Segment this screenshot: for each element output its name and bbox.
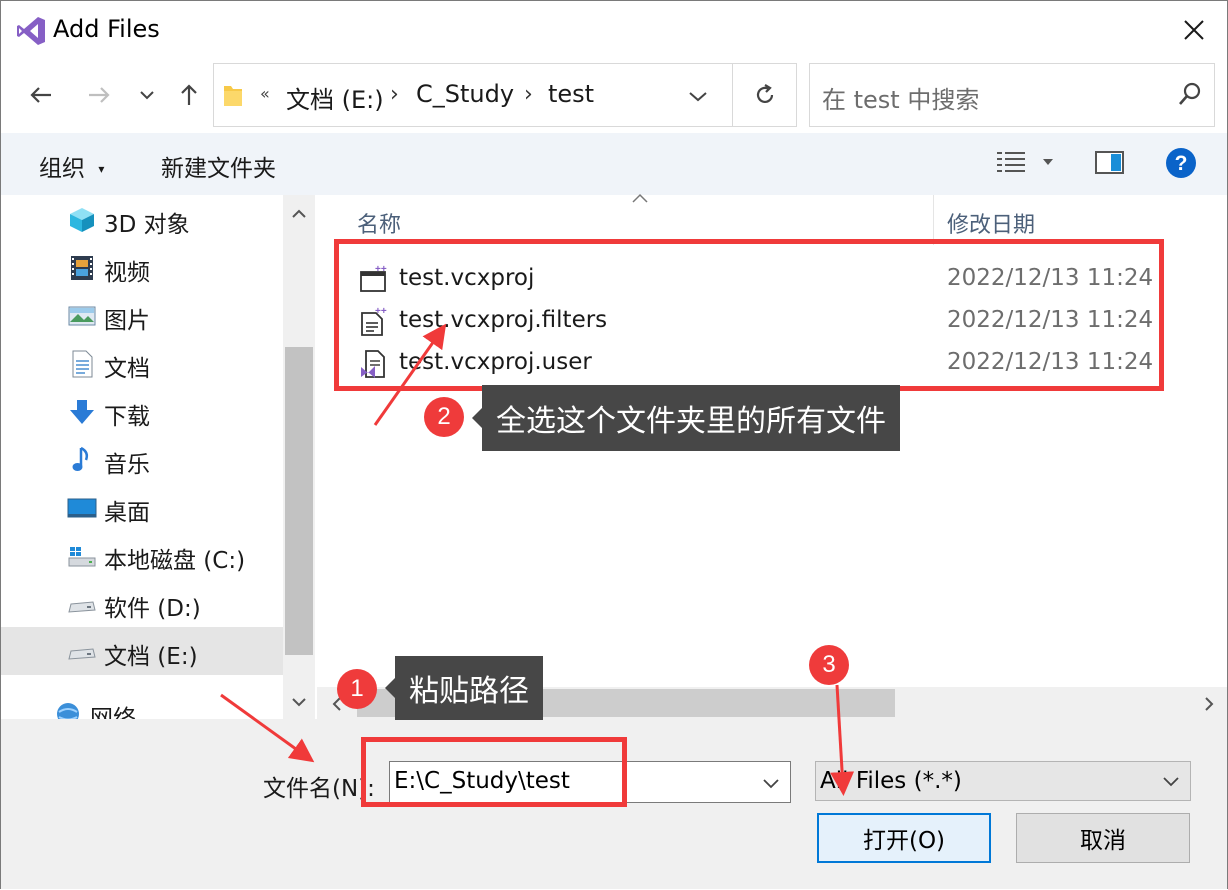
help-icon[interactable]: ?: [1165, 147, 1197, 183]
drive-icon: [67, 590, 97, 618]
sidebar-item-videos[interactable]: 视频: [1, 245, 283, 291]
sidebar-item-local-disk-c[interactable]: 本地磁盘 (C:): [1, 533, 283, 579]
breadcrumb-separator-icon: ›: [390, 82, 399, 107]
desktop-icon: [67, 494, 97, 522]
chevron-down-icon: ▾: [98, 162, 105, 176]
add-files-dialog: Add Files « 文档 (E:) › C_Study › test 在 t…: [0, 0, 1228, 889]
command-toolbar: 组织 ▾ 新建文件夹 ?: [1, 133, 1227, 195]
scroll-right-icon[interactable]: [1197, 689, 1221, 719]
preview-pane-icon[interactable]: [1095, 151, 1125, 179]
breadcrumb-folder[interactable]: C_Study: [416, 80, 514, 108]
sidebar-item-desktop[interactable]: 桌面: [1, 485, 283, 531]
column-header-modified[interactable]: 修改日期: [947, 207, 1035, 239]
sort-ascending-icon: [631, 189, 649, 208]
sidebar-item-label: 网络: [90, 706, 136, 719]
sidebar-item-label: 文档: [104, 356, 150, 382]
open-button[interactable]: 打开(O): [817, 813, 991, 863]
title-bar: Add Files: [1, 1, 1227, 61]
system-drive-icon: [67, 542, 97, 570]
svg-text:?: ?: [1175, 152, 1188, 175]
sidebar-item-label: 软件 (D:): [104, 596, 201, 622]
music-icon: [67, 446, 97, 474]
cube-3d-icon: [67, 206, 97, 234]
breadcrumb-separator-icon: ›: [524, 82, 533, 107]
drive-icon: [67, 637, 97, 665]
column-header-name[interactable]: 名称: [357, 207, 401, 239]
address-dropdown-icon[interactable]: [684, 82, 712, 110]
scroll-up-icon[interactable]: [283, 199, 315, 229]
annotation-highlight-files: [334, 239, 1164, 391]
network-icon: [53, 700, 83, 719]
recent-locations-chevron-icon[interactable]: [129, 75, 165, 115]
window-title: Add Files: [53, 15, 160, 43]
address-overflow-chevron[interactable]: «: [260, 84, 270, 103]
scroll-down-icon[interactable]: [283, 687, 315, 717]
sidebar-item-3d-objects[interactable]: 3D 对象: [1, 197, 283, 243]
annotation-highlight-filename: [361, 737, 627, 807]
close-icon[interactable]: [1169, 7, 1219, 53]
view-dropdown-icon[interactable]: [1041, 153, 1055, 172]
search-icon[interactable]: [1178, 82, 1202, 112]
search-placeholder: 在 test 中搜索: [822, 86, 980, 114]
scrollbar-thumb[interactable]: [285, 347, 313, 655]
annotation-tooltip-paste-path: 粘贴路径: [385, 656, 543, 720]
sidebar-item-label: 文档 (E:): [104, 644, 198, 670]
sidebar-item-music[interactable]: 音乐: [1, 437, 283, 483]
sidebar-item-documents-e[interactable]: 文档 (E:): [1, 627, 283, 675]
filename-label: 文件名(N):: [263, 776, 375, 802]
divider: [732, 64, 733, 126]
view-options-icon[interactable]: [997, 151, 1027, 177]
sidebar-item-label: 本地磁盘 (C:): [104, 548, 246, 574]
step-badge-3: 3: [809, 645, 849, 685]
visual-studio-icon: [15, 15, 47, 47]
up-arrow-icon[interactable]: [169, 75, 209, 115]
document-icon: [67, 350, 97, 378]
sidebar-item-label: 3D 对象: [104, 212, 190, 238]
sidebar-item-label: 音乐: [104, 452, 150, 478]
video-icon: [67, 254, 97, 282]
file-type-value: All Files (*.*): [820, 768, 962, 794]
sidebar-item-label: 视频: [104, 260, 150, 286]
refresh-icon[interactable]: [734, 64, 796, 126]
sidebar-item-network[interactable]: 网络: [1, 691, 269, 719]
back-arrow-icon[interactable]: [21, 75, 61, 115]
sidebar-item-pictures[interactable]: 图片: [1, 293, 283, 339]
download-icon: [67, 398, 97, 426]
address-bar[interactable]: « 文档 (E:) › C_Study › test: [213, 63, 797, 127]
navigation-scrollbar[interactable]: [283, 195, 315, 719]
search-input[interactable]: 在 test 中搜索: [809, 63, 1215, 127]
annotation-tooltip-select-all: 全选这个文件夹里的所有文件: [472, 385, 900, 451]
sidebar-item-label: 图片: [104, 308, 150, 334]
chevron-down-icon: [1158, 768, 1184, 794]
column-divider: [933, 195, 934, 245]
sidebar-item-software-d[interactable]: 软件 (D:): [1, 581, 283, 627]
new-folder-button[interactable]: 新建文件夹: [161, 149, 276, 183]
chevron-down-icon[interactable]: [758, 770, 784, 796]
organize-button[interactable]: 组织 ▾: [39, 149, 104, 183]
sidebar-item-downloads[interactable]: 下载: [1, 389, 283, 435]
step-badge-1: 1: [337, 669, 377, 709]
cancel-button[interactable]: 取消: [1016, 813, 1190, 863]
breadcrumb-drive[interactable]: 文档 (E:): [286, 80, 384, 115]
pictures-icon: [67, 302, 97, 330]
sidebar-item-label: 桌面: [104, 500, 150, 526]
file-type-select[interactable]: All Files (*.*): [815, 761, 1191, 801]
sidebar-item-documents[interactable]: 文档: [1, 341, 283, 387]
navigation-pane: 3D 对象 视频 图片 文档 下载 音乐 桌面 本地磁盘 (C:) 软件 (D:…: [1, 195, 283, 719]
forward-arrow-icon[interactable]: [79, 75, 119, 115]
organize-label: 组织: [39, 156, 85, 182]
breadcrumb-current[interactable]: test: [548, 80, 594, 108]
sidebar-item-label: 下载: [104, 404, 150, 430]
step-badge-2: 2: [424, 397, 464, 437]
folder-icon: [222, 82, 244, 112]
